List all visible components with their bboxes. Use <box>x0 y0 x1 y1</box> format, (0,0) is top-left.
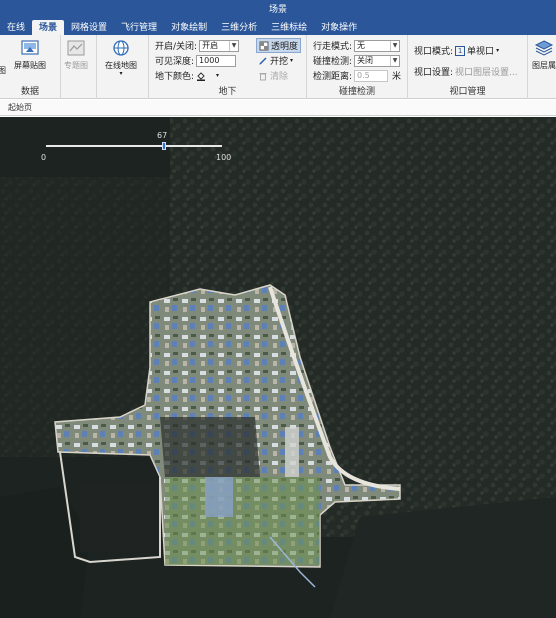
clear-row: 清除 <box>258 69 288 82</box>
chevron-down-icon: ▼ <box>390 55 399 66</box>
tab-object-drawing[interactable]: 对象绘制 <box>164 20 214 36</box>
transparency-slider[interactable]: 67 0 100 <box>40 129 232 165</box>
tab-online[interactable]: 在线 <box>0 20 32 36</box>
slider-max-label: 100 <box>216 153 232 162</box>
globe-icon <box>113 40 129 56</box>
underground-color-picker[interactable]: ▾ <box>196 71 219 81</box>
viewport-mode-button[interactable]: 1 单视口 ▾ <box>455 44 499 57</box>
underground-toggle-label: 开启/关闭: <box>155 42 198 52</box>
single-viewport-icon: 1 <box>455 45 466 56</box>
data-group-label: 数据 <box>20 87 39 97</box>
screenshot-button[interactable]: 屏幕贴图 <box>14 39 46 71</box>
clear-button[interactable]: 清除 <box>258 69 288 82</box>
detect-distance-label: 检测距离: <box>313 72 353 82</box>
ribbon: 图 屏幕贴图 数据 专题图 在线地图 ▾ 开启/关闭: 开启 ▼ 可见深度: 1… <box>0 35 556 99</box>
transparency-button[interactable]: 透明度 <box>256 38 302 53</box>
layer-properties-button[interactable]: 图层属 <box>532 39 556 71</box>
layer-group: 图层属 <box>528 35 556 99</box>
document-tab-bar: 起始页 <box>0 100 556 116</box>
collision-detect-value: 关闭 <box>357 56 374 65</box>
chevron-down-icon: ▼ <box>229 40 238 51</box>
underground-color-row: 地下颜色: ▾ <box>155 69 219 82</box>
screenshot-icon <box>21 40 39 55</box>
transparency-label: 透明度 <box>271 42 299 52</box>
detect-distance-row: 检测距离: 0.5 米 <box>313 69 401 82</box>
excavate-label: 开挖 <box>270 57 289 67</box>
viewport-layer-settings-link[interactable]: 视口图层设置... <box>455 65 518 78</box>
viewport-group: 视口模式: 1 单视口 ▾ 视口设置: 视口图层设置... 视口管理 <box>408 35 528 99</box>
chevron-down-icon: ▼ <box>390 40 399 51</box>
excavate-row: 开挖 ▾ <box>258 54 293 67</box>
tab-3d-plotting[interactable]: 三维标绘 <box>264 20 314 36</box>
color-dropdown-icon: ▾ <box>216 72 220 79</box>
shovel-icon <box>259 56 267 65</box>
collision-detect-row: 碰撞检测: 关闭 ▼ <box>313 54 401 67</box>
layers-icon <box>534 40 554 56</box>
aerial-imagery <box>0 117 556 618</box>
collision-detect-select[interactable]: 关闭 ▼ <box>354 54 401 67</box>
online-map-label: 在线地图 <box>105 61 137 70</box>
online-map-group: 在线地图 ▾ <box>97 35 149 99</box>
thematic-map-button[interactable]: 专题图 <box>64 39 88 71</box>
underground-toggle-row: 开启/关闭: 开启 ▼ <box>155 39 240 52</box>
slider-min-label: 0 <box>41 153 47 162</box>
tab-3d-analysis[interactable]: 三维分析 <box>214 20 264 36</box>
viewport-mode-label: 视口模式: <box>414 47 454 57</box>
detect-distance-unit: 米 <box>392 72 402 82</box>
thematic-map-icon <box>67 40 85 56</box>
viewport-settings-row: 视口设置: 视口图层设置... <box>414 65 518 78</box>
walk-mode-select[interactable]: 无 ▼ <box>354 39 401 52</box>
walk-mode-label: 行走模式: <box>313 42 353 52</box>
tab-scene[interactable]: 场景 <box>32 20 65 36</box>
paint-bucket-icon <box>197 71 206 81</box>
window-title: 场景 <box>268 5 287 15</box>
excavate-button[interactable]: 开挖 ▾ <box>258 54 293 67</box>
viewport-mode-dropdown-icon: ▾ <box>496 47 500 54</box>
collision-detect-label: 碰撞检测: <box>313 57 353 67</box>
scene-map-view[interactable]: 67 0 100 <box>0 117 556 618</box>
walk-mode-value: 无 <box>357 41 366 50</box>
tab-object-operation[interactable]: 对象操作 <box>314 20 364 36</box>
underground-group-label: 地下 <box>218 87 237 97</box>
underground-group: 开启/关闭: 开启 ▼ 可见深度: 1000 地下颜色: ▾ 透明度 开挖 ▾ … <box>149 35 307 99</box>
detect-distance-input[interactable]: 0.5 <box>354 69 389 82</box>
online-map-dropdown-icon: ▾ <box>119 70 123 77</box>
visible-depth-row: 可见深度: 1000 <box>155 54 237 67</box>
excavate-dropdown-icon: ▾ <box>290 57 294 64</box>
transparency-icon <box>259 41 269 50</box>
transparency-row: 透明度 <box>256 38 302 53</box>
data-group: 图 屏幕贴图 数据 <box>0 35 61 99</box>
collision-group: 行走模式: 无 ▼ 碰撞检测: 关闭 ▼ 检测距离: 0.5 米 碰撞检测 <box>307 35 408 99</box>
tab-flight-management[interactable]: 飞行管理 <box>114 20 164 36</box>
underground-color-label: 地下颜色: <box>155 72 195 82</box>
slider-thumb[interactable] <box>161 142 166 150</box>
trash-icon <box>259 72 267 80</box>
partial-button-label: 图 <box>0 66 6 75</box>
online-map-button[interactable]: 在线地图 ▾ <box>105 39 137 77</box>
slider-value-label: 67 <box>157 131 168 140</box>
viewport-group-label: 视口管理 <box>449 87 486 97</box>
viewport-mode-row: 视口模式: 1 单视口 ▾ <box>414 44 499 57</box>
tab-grid-settings[interactable]: 网格设置 <box>64 20 114 36</box>
underground-toggle-value: 开启 <box>202 41 219 50</box>
thematic-group: 专题图 <box>61 35 97 99</box>
underground-toggle-select[interactable]: 开启 ▼ <box>199 39 240 52</box>
viewport-settings-label: 视口设置: <box>414 68 454 78</box>
screenshot-label: 屏幕贴图 <box>14 61 46 70</box>
viewport-mode-value: 单视口 <box>467 47 495 57</box>
layer-properties-label: 图层属 <box>532 61 556 70</box>
clear-label: 清除 <box>270 72 289 82</box>
collision-group-label: 碰撞检测 <box>338 87 375 97</box>
partial-button[interactable]: 图 <box>0 65 6 76</box>
walk-mode-row: 行走模式: 无 ▼ <box>313 39 401 52</box>
slider-track[interactable] <box>46 145 222 147</box>
ribbon-tabs: 在线 场景 网格设置 飞行管理 对象绘制 三维分析 三维标绘 对象操作 <box>0 20 364 36</box>
visible-depth-label: 可见深度: <box>155 57 195 67</box>
visible-depth-input[interactable]: 1000 <box>196 54 237 67</box>
title-bar: 场景 在线 场景 网格设置 飞行管理 对象绘制 三维分析 三维标绘 对象操作 <box>0 0 556 36</box>
thematic-map-label: 专题图 <box>64 61 88 70</box>
tab-start-page[interactable]: 起始页 <box>8 102 32 113</box>
